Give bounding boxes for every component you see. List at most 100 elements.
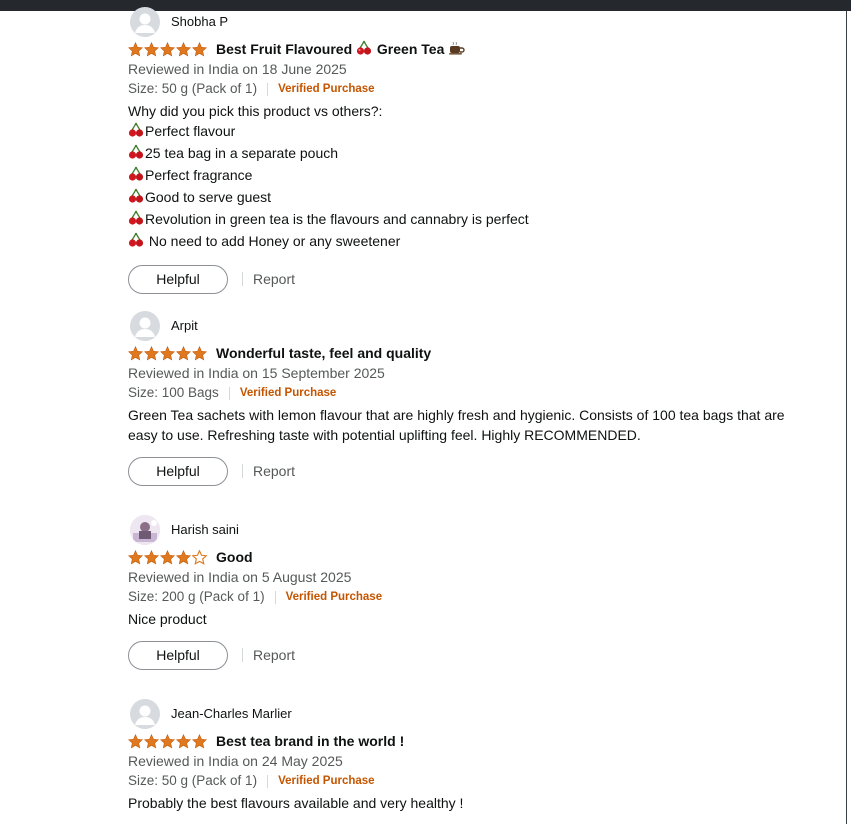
star-filled-icon xyxy=(160,345,175,360)
star-filled-icon xyxy=(128,549,143,564)
verified-purchase-badge: Verified Purchase xyxy=(239,387,337,399)
cherry-emoji-icon xyxy=(128,122,144,143)
star-filled-icon xyxy=(144,733,159,748)
report-link[interactable]: Report xyxy=(253,647,295,663)
verified-purchase-badge: Verified Purchase xyxy=(278,83,375,95)
default-user-avatar-icon xyxy=(130,699,160,729)
review-date: Reviewed in India on 15 September 2025 xyxy=(128,365,385,381)
star-filled-icon xyxy=(192,41,207,56)
review-body: Green Tea sachets with lemon flavour tha… xyxy=(128,405,828,445)
review-title-part: Green Tea xyxy=(376,40,445,57)
reviewer-profile[interactable]: Arpit xyxy=(128,311,828,341)
separator xyxy=(242,272,243,286)
review-title[interactable]: Good xyxy=(216,549,253,565)
verified-purchase-badge: Verified Purchase xyxy=(278,775,375,787)
product-variant[interactable]: Size: 50 g (Pack of 1) xyxy=(128,79,257,99)
review-body-line: Good to serve guest xyxy=(128,187,828,209)
window-right-edge xyxy=(846,11,847,824)
review-card: Jean-Charles Marlier Best tea brand in t… xyxy=(128,699,828,813)
star-filled-icon xyxy=(144,549,159,564)
reviewer-name: Shobha P xyxy=(171,14,229,29)
star-rating[interactable] xyxy=(128,41,207,57)
cherry-emoji-icon xyxy=(128,210,144,231)
review-card: Shobha P Best Fruit Flavoured Green Tea … xyxy=(128,7,828,295)
user-photo-avatar xyxy=(130,515,160,545)
review-date: Reviewed in India on 5 August 2025 xyxy=(128,569,352,585)
star-filled-icon xyxy=(128,345,143,360)
star-filled-icon xyxy=(144,345,159,360)
review-card: Arpit Wonderful taste, feel and quality … xyxy=(128,311,828,487)
helpful-button[interactable]: Helpful xyxy=(128,456,228,486)
star-filled-icon xyxy=(176,733,191,748)
reviewer-name: Jean-Charles Marlier xyxy=(171,706,292,721)
review-body-line: Perfect fragrance xyxy=(128,165,828,187)
star-filled-icon xyxy=(144,41,159,56)
star-filled-icon xyxy=(192,345,207,360)
review-body: Probably the best flavours available and… xyxy=(128,793,828,813)
report-link[interactable]: Report xyxy=(253,271,295,287)
reviewer-profile[interactable]: Shobha P xyxy=(128,7,828,37)
star-filled-icon xyxy=(176,549,191,564)
review-body-text: Perfect flavour xyxy=(145,123,236,139)
cherry-emoji-icon xyxy=(128,166,144,187)
star-filled-icon xyxy=(160,41,175,56)
separator xyxy=(267,774,269,788)
report-link[interactable]: Report xyxy=(253,463,295,479)
review-body-line: Green Tea sachets with lemon flavour tha… xyxy=(128,407,785,423)
star-rating[interactable] xyxy=(128,733,207,749)
review-title[interactable]: Wonderful taste, feel and quality xyxy=(216,345,431,361)
reviewer-profile[interactable]: Jean-Charles Marlier xyxy=(128,699,828,729)
default-user-avatar-icon xyxy=(130,311,160,341)
star-filled-icon xyxy=(160,733,175,748)
separator xyxy=(274,590,276,604)
review-body-line: 25 tea bag in a separate pouch xyxy=(128,143,828,165)
helpful-button[interactable]: Helpful xyxy=(128,264,228,294)
review-body-line: Probably the best flavours available and… xyxy=(128,795,464,811)
cherry-emoji-icon xyxy=(128,144,144,165)
cherry-emoji-icon xyxy=(128,188,144,209)
hot-beverage-emoji-icon xyxy=(448,40,465,59)
star-filled-icon xyxy=(192,733,207,748)
default-user-avatar-icon xyxy=(130,7,160,37)
star-filled-icon xyxy=(160,549,175,564)
review-title[interactable]: Best tea brand in the world ! xyxy=(216,733,404,749)
review-title[interactable]: Best Fruit Flavoured Green Tea xyxy=(216,40,466,59)
review-body-line: easy to use. Refreshing taste with poten… xyxy=(128,427,641,443)
review-body: Why did you pick this product vs others?… xyxy=(128,101,828,253)
review-body-text: Good to serve guest xyxy=(145,189,272,205)
review-body-text: No need to add Honey or any sweetener xyxy=(145,233,401,249)
review-card: Harish saini Good Reviewed in India on 5… xyxy=(128,515,828,671)
product-variant[interactable]: Size: 200 g (Pack of 1) xyxy=(128,587,265,607)
separator xyxy=(267,82,269,96)
verified-purchase-badge: Verified Purchase xyxy=(285,591,383,603)
review-body-line: Nice product xyxy=(128,611,207,627)
star-filled-icon xyxy=(176,345,191,360)
star-filled-icon xyxy=(176,41,191,56)
review-body: Nice product xyxy=(128,609,828,629)
review-body-text: 25 tea bag in a separate pouch xyxy=(145,145,339,161)
star-rating[interactable] xyxy=(128,345,207,361)
separator xyxy=(242,464,243,478)
cherry-emoji-icon xyxy=(356,40,372,59)
review-date: Reviewed in India on 24 May 2025 xyxy=(128,753,343,769)
review-body-line: Perfect flavour xyxy=(128,121,828,143)
star-filled-icon xyxy=(128,733,143,748)
star-empty-icon xyxy=(192,549,207,565)
helpful-button[interactable]: Helpful xyxy=(128,640,228,670)
review-title-part: Best Fruit Flavoured xyxy=(216,40,353,57)
reviewer-profile[interactable]: Harish saini xyxy=(128,515,828,545)
separator xyxy=(228,386,230,400)
reviewer-name: Harish saini xyxy=(171,522,239,537)
star-filled-icon xyxy=(128,41,143,56)
review-body-line: Why did you pick this product vs others?… xyxy=(128,103,383,119)
review-body-line: No need to add Honey or any sweetener xyxy=(128,231,828,253)
product-variant[interactable]: Size: 50 g (Pack of 1) xyxy=(128,771,257,791)
star-rating[interactable] xyxy=(128,549,207,565)
separator xyxy=(242,648,243,662)
review-date: Reviewed in India on 18 June 2025 xyxy=(128,61,347,77)
product-variant[interactable]: Size: 100 Bags xyxy=(128,383,219,403)
review-body-line: Revolution in green tea is the flavours … xyxy=(128,209,828,231)
cherry-emoji-icon xyxy=(128,232,144,253)
review-body-text: Revolution in green tea is the flavours … xyxy=(145,211,529,227)
review-body-text: Perfect fragrance xyxy=(145,167,253,183)
